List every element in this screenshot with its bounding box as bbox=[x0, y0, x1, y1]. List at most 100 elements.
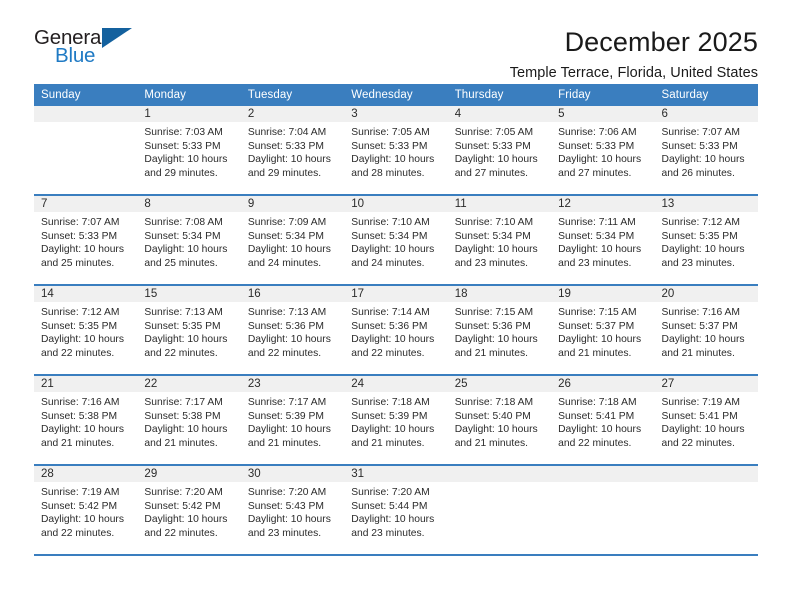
calendar-day-cell[interactable]: 23 Sunrise: 7:17 AM Sunset: 5:39 PM Dayligh… bbox=[240, 375, 345, 466]
sunrise-time: Sunrise: 7:07 AM bbox=[41, 217, 120, 228]
calendar-day-cell[interactable]: 13 Sunrise: 7:12 AM Sunset: 5:35 PM Dayligh… bbox=[654, 195, 758, 286]
day-number: 13 bbox=[654, 196, 758, 212]
sunrise-time: Sunrise: 7:20 AM bbox=[247, 487, 327, 498]
day-cell-inner: 7 Sunrise: 7:07 AM Sunset: 5:33 PM Daylight… bbox=[34, 196, 138, 284]
day-number: 4 bbox=[447, 106, 552, 122]
day-cell-inner: 4 Sunrise: 7:05 AM Sunset: 5:33 PM Daylight… bbox=[447, 106, 552, 194]
day-number: 31 bbox=[344, 466, 448, 482]
daylight-duration-line1: Daylight: 10 hours bbox=[661, 334, 745, 346]
daylight-duration-line2: and 22 minutes. bbox=[558, 437, 632, 449]
calendar-day-cell-empty bbox=[551, 465, 655, 556]
sunrise-time: Sunrise: 7:12 AM bbox=[41, 307, 120, 318]
sunset-time: Sunset: 5:33 PM bbox=[454, 140, 531, 152]
daylight-duration-line2: and 29 minutes. bbox=[247, 167, 322, 179]
day-sun-info: Sunrise: 7:04 AM Sunset: 5:33 PM Daylight:… bbox=[241, 122, 344, 180]
day-number: 1 bbox=[137, 106, 241, 122]
daylight-duration-line1: Daylight: 10 hours bbox=[41, 244, 124, 256]
calendar-day-cell[interactable]: 15 Sunrise: 7:13 AM Sunset: 5:35 PM Dayligh… bbox=[137, 285, 241, 376]
calendar-day-cell[interactable]: 12 Sunrise: 7:11 AM Sunset: 5:34 PM Dayligh… bbox=[551, 195, 655, 286]
calendar-day-cell[interactable]: 25 Sunrise: 7:18 AM Sunset: 5:40 PM Dayligh… bbox=[447, 375, 552, 466]
sunset-time: Sunset: 5:38 PM bbox=[41, 410, 118, 422]
day-sun-info: Sunrise: 7:14 AM Sunset: 5:36 PM Daylight:… bbox=[344, 302, 447, 360]
day-sun-info: Sunrise: 7:19 AM Sunset: 5:41 PM Daylight:… bbox=[655, 392, 758, 450]
day-cell-inner: 6 Sunrise: 7:07 AM Sunset: 5:33 PM Daylight… bbox=[654, 106, 758, 194]
day-cell-inner: 26 Sunrise: 7:18 AM Sunset: 5:41 PM Dayligh… bbox=[551, 376, 655, 464]
day-number: 2 bbox=[240, 106, 345, 122]
calendar-day-cell[interactable]: 7 Sunrise: 7:07 AM Sunset: 5:33 PM Daylight… bbox=[34, 195, 138, 286]
day-number: 23 bbox=[240, 376, 345, 392]
calendar-day-cell[interactable]: 19 Sunrise: 7:15 AM Sunset: 5:37 PM Dayligh… bbox=[551, 285, 655, 376]
calendar-day-cell[interactable]: 11 Sunrise: 7:10 AM Sunset: 5:34 PM Dayligh… bbox=[447, 195, 552, 286]
calendar-day-cell[interactable]: 24 Sunrise: 7:18 AM Sunset: 5:39 PM Dayligh… bbox=[344, 375, 448, 466]
calendar-day-cell[interactable]: 5 Sunrise: 7:06 AM Sunset: 5:33 PM Daylight… bbox=[551, 106, 655, 196]
general-blue-logo[interactable]: General Blue bbox=[34, 26, 142, 72]
sunset-time: Sunset: 5:44 PM bbox=[351, 500, 428, 512]
daylight-duration-line2: and 25 minutes. bbox=[144, 257, 218, 269]
daylight-duration-line2: and 24 minutes. bbox=[351, 257, 425, 269]
sunrise-time: Sunrise: 7:05 AM bbox=[454, 127, 534, 138]
sunset-time: Sunset: 5:36 PM bbox=[351, 320, 428, 332]
sunset-time: Sunset: 5:34 PM bbox=[351, 230, 428, 242]
calendar-day-cell[interactable]: 22 Sunrise: 7:17 AM Sunset: 5:38 PM Dayligh… bbox=[137, 375, 241, 466]
day-cell-inner bbox=[654, 466, 758, 554]
calendar-day-cell[interactable]: 20 Sunrise: 7:16 AM Sunset: 5:37 PM Dayligh… bbox=[654, 285, 758, 376]
day-cell-inner: 17 Sunrise: 7:14 AM Sunset: 5:36 PM Dayligh… bbox=[344, 286, 448, 374]
day-cell-inner bbox=[447, 466, 552, 554]
sunset-time: Sunset: 5:35 PM bbox=[41, 320, 118, 332]
day-number: 7 bbox=[34, 196, 138, 212]
title-block: December 2025 Temple Terrace, Florida, U… bbox=[142, 26, 758, 81]
sunset-time: Sunset: 5:33 PM bbox=[661, 140, 738, 152]
logo-text-blue: Blue bbox=[55, 44, 96, 67]
calendar-day-cell[interactable]: 10 Sunrise: 7:10 AM Sunset: 5:34 PM Dayligh… bbox=[344, 195, 448, 286]
calendar-day-cell[interactable]: 4 Sunrise: 7:05 AM Sunset: 5:33 PM Daylight… bbox=[447, 106, 552, 196]
calendar-week-row: 28 Sunrise: 7:19 AM Sunset: 5:42 PM Dayligh… bbox=[34, 465, 758, 556]
day-cell-inner: 19 Sunrise: 7:15 AM Sunset: 5:37 PM Dayligh… bbox=[551, 286, 655, 374]
sunset-time: Sunset: 5:38 PM bbox=[144, 410, 221, 422]
daylight-duration-line1: Daylight: 10 hours bbox=[351, 334, 435, 346]
calendar-day-cell[interactable]: 29 Sunrise: 7:20 AM Sunset: 5:42 PM Dayligh… bbox=[137, 465, 241, 556]
calendar-day-cell[interactable]: 16 Sunrise: 7:13 AM Sunset: 5:36 PM Dayligh… bbox=[240, 285, 345, 376]
page-header: General Blue December 2025 Temple Terrac… bbox=[34, 0, 758, 81]
sunrise-time: Sunrise: 7:18 AM bbox=[558, 397, 637, 408]
day-number: 14 bbox=[34, 286, 138, 302]
calendar-day-cell[interactable]: 27 Sunrise: 7:19 AM Sunset: 5:41 PM Dayligh… bbox=[654, 375, 758, 466]
calendar-day-cell[interactable]: 3 Sunrise: 7:05 AM Sunset: 5:33 PM Daylight… bbox=[344, 106, 448, 196]
sunrise-time: Sunrise: 7:10 AM bbox=[351, 217, 430, 228]
day-number: 11 bbox=[447, 196, 552, 212]
calendar-day-cell[interactable]: 9 Sunrise: 7:09 AM Sunset: 5:34 PM Daylight… bbox=[240, 195, 345, 286]
day-cell-inner: 28 Sunrise: 7:19 AM Sunset: 5:42 PM Dayligh… bbox=[34, 466, 138, 554]
day-number: 5 bbox=[551, 106, 655, 122]
day-number: 3 bbox=[344, 106, 448, 122]
sunset-time: Sunset: 5:36 PM bbox=[454, 320, 531, 332]
day-cell-inner: 11 Sunrise: 7:10 AM Sunset: 5:34 PM Dayligh… bbox=[447, 196, 552, 284]
calendar-day-cell[interactable]: 1 Sunrise: 7:03 AM Sunset: 5:33 PM Daylight… bbox=[137, 106, 241, 196]
daylight-duration-line2: and 24 minutes. bbox=[247, 257, 322, 269]
calendar-day-cell[interactable]: 28 Sunrise: 7:19 AM Sunset: 5:42 PM Dayligh… bbox=[34, 465, 138, 556]
calendar-day-cell[interactable]: 6 Sunrise: 7:07 AM Sunset: 5:33 PM Daylight… bbox=[654, 106, 758, 196]
sunrise-time: Sunrise: 7:06 AM bbox=[558, 127, 637, 138]
calendar-day-cell[interactable]: 17 Sunrise: 7:14 AM Sunset: 5:36 PM Dayligh… bbox=[344, 285, 448, 376]
calendar-day-cell[interactable]: 18 Sunrise: 7:15 AM Sunset: 5:36 PM Dayligh… bbox=[447, 285, 552, 376]
sunset-time: Sunset: 5:43 PM bbox=[247, 500, 324, 512]
calendar-day-cell[interactable]: 31 Sunrise: 7:20 AM Sunset: 5:44 PM Dayligh… bbox=[344, 465, 448, 556]
day-number bbox=[551, 466, 655, 482]
sunset-time: Sunset: 5:33 PM bbox=[144, 140, 221, 152]
daylight-duration-line2: and 21 minutes. bbox=[454, 347, 528, 359]
day-sun-info: Sunrise: 7:17 AM Sunset: 5:39 PM Daylight:… bbox=[241, 392, 344, 450]
calendar-day-cell[interactable]: 21 Sunrise: 7:16 AM Sunset: 5:38 PM Dayligh… bbox=[34, 375, 138, 466]
daylight-duration-line2: and 22 minutes. bbox=[41, 347, 115, 359]
calendar-day-cell-empty bbox=[34, 106, 138, 196]
daylight-duration-line2: and 22 minutes. bbox=[351, 347, 425, 359]
calendar-day-cell[interactable]: 8 Sunrise: 7:08 AM Sunset: 5:34 PM Daylight… bbox=[137, 195, 241, 286]
day-sun-info bbox=[448, 482, 551, 486]
calendar-day-cell[interactable]: 30 Sunrise: 7:20 AM Sunset: 5:43 PM Dayligh… bbox=[240, 465, 345, 556]
day-sun-info: Sunrise: 7:12 AM Sunset: 5:35 PM Daylight:… bbox=[655, 212, 758, 270]
daylight-duration-line1: Daylight: 10 hours bbox=[247, 424, 331, 436]
calendar-day-cell[interactable]: 14 Sunrise: 7:12 AM Sunset: 5:35 PM Dayligh… bbox=[34, 285, 138, 376]
sunset-time: Sunset: 5:33 PM bbox=[558, 140, 635, 152]
calendar-day-cell[interactable]: 2 Sunrise: 7:04 AM Sunset: 5:33 PM Daylight… bbox=[240, 106, 345, 196]
calendar-day-cell[interactable]: 26 Sunrise: 7:18 AM Sunset: 5:41 PM Dayligh… bbox=[551, 375, 655, 466]
calendar-week-row: 1 Sunrise: 7:03 AM Sunset: 5:33 PM Daylight… bbox=[34, 106, 758, 196]
sunrise-time: Sunrise: 7:19 AM bbox=[661, 397, 740, 408]
sunrise-time: Sunrise: 7:15 AM bbox=[454, 307, 534, 318]
